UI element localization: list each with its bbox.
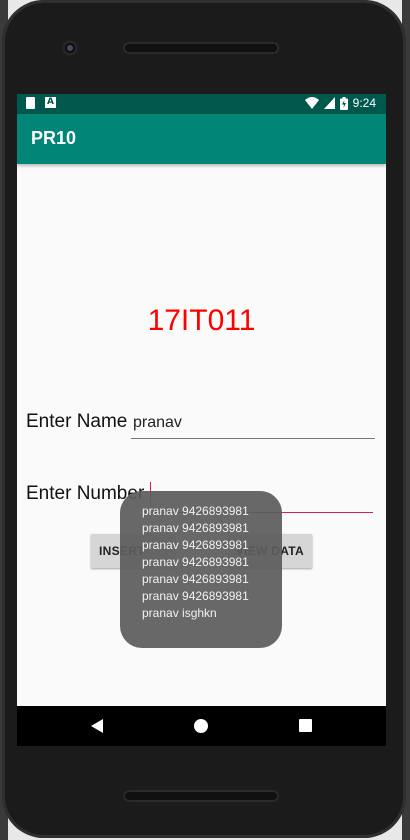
home-icon[interactable] <box>194 719 208 733</box>
toast-message: pranav 9426893981 pranav 9426893981 pran… <box>120 491 282 648</box>
front-camera <box>62 40 78 56</box>
toast-line: pranav 9426893981 <box>142 504 249 518</box>
status-bar-notifications: A <box>26 97 56 109</box>
top-speaker <box>123 42 279 54</box>
toast-line: pranav isghkn <box>142 606 217 620</box>
phone-frame: A 9:24 PR10 17IT011 Enter Name pranav En… <box>2 0 406 838</box>
toast-line: pranav 9426893981 <box>142 538 249 552</box>
app-title: PR10 <box>31 128 77 148</box>
toast-line: pranav 9426893981 <box>142 572 249 586</box>
back-icon[interactable] <box>91 719 103 733</box>
name-label: Enter Name <box>26 411 128 432</box>
sd-card-icon <box>26 97 35 109</box>
toast-lines: pranav 9426893981 pranav 9426893981 pran… <box>142 503 249 622</box>
status-bar-system: 9:24 <box>304 96 376 110</box>
status-bar: A 9:24 <box>17 94 386 114</box>
recents-icon[interactable] <box>299 719 312 732</box>
device-screen: A 9:24 PR10 17IT011 Enter Name pranav En… <box>17 94 386 746</box>
status-time: 9:24 <box>352 96 376 110</box>
app-bar: PR10 <box>17 114 386 164</box>
wifi-icon <box>304 97 319 109</box>
student-id-text: 17IT011 <box>147 304 256 337</box>
cell-signal-icon <box>323 97 335 109</box>
toast-line: pranav 9426893981 <box>142 589 249 603</box>
bottom-speaker <box>123 790 279 802</box>
name-input[interactable] <box>131 408 375 439</box>
toast-line: pranav 9426893981 <box>142 521 249 535</box>
notification-a-icon: A <box>45 97 56 108</box>
navigation-bar <box>17 706 386 746</box>
toast-line: pranav 9426893981 <box>142 555 249 569</box>
battery-charging-icon <box>339 96 348 110</box>
